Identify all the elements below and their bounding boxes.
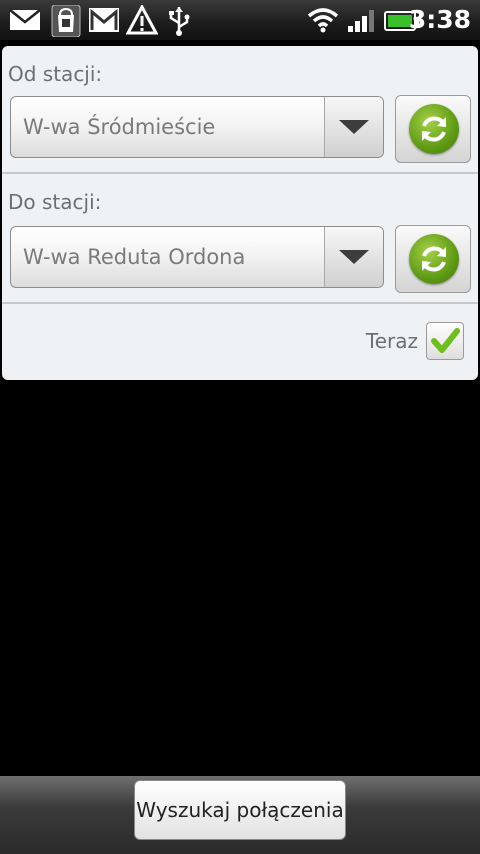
from-station-label: Od stacji: bbox=[8, 62, 103, 86]
mail-icon bbox=[8, 5, 42, 39]
wifi-icon bbox=[306, 6, 340, 38]
status-bar: 3:38 bbox=[0, 0, 480, 40]
to-station-refresh-button[interactable] bbox=[395, 225, 471, 293]
refresh-icon bbox=[409, 104, 459, 154]
now-checkbox[interactable] bbox=[426, 322, 464, 360]
warning-icon bbox=[125, 3, 159, 41]
to-station-dropdown[interactable]: W-wa Reduta Ordona bbox=[10, 226, 384, 288]
clock: 3:38 bbox=[408, 5, 471, 34]
refresh-icon bbox=[409, 234, 459, 284]
signal-icon bbox=[346, 8, 378, 38]
station-form-panel: Od stacji: W-wa Śródmieście Do stacji: W… bbox=[2, 46, 478, 380]
from-station-value: W-wa Śródmieście bbox=[23, 115, 216, 139]
now-label: Teraz bbox=[365, 329, 418, 353]
chevron-down-icon bbox=[339, 250, 369, 264]
search-connections-button[interactable]: Wyszukaj połączenia bbox=[134, 780, 346, 840]
usb-icon bbox=[166, 5, 192, 41]
chevron-down-icon bbox=[339, 120, 369, 134]
gmail-icon bbox=[88, 5, 120, 39]
to-station-label: Do stacji: bbox=[8, 190, 102, 214]
divider bbox=[2, 172, 478, 174]
from-station-dropdown-toggle[interactable] bbox=[324, 97, 383, 157]
to-station-value: W-wa Reduta Ordona bbox=[23, 245, 246, 269]
from-station-dropdown[interactable]: W-wa Śródmieście bbox=[10, 96, 384, 158]
bottom-action-bar: Wyszukaj połączenia bbox=[0, 776, 480, 854]
shopping-bag-icon bbox=[50, 4, 82, 41]
from-station-refresh-button[interactable] bbox=[395, 95, 471, 163]
divider bbox=[2, 302, 478, 304]
to-station-dropdown-toggle[interactable] bbox=[324, 227, 383, 287]
